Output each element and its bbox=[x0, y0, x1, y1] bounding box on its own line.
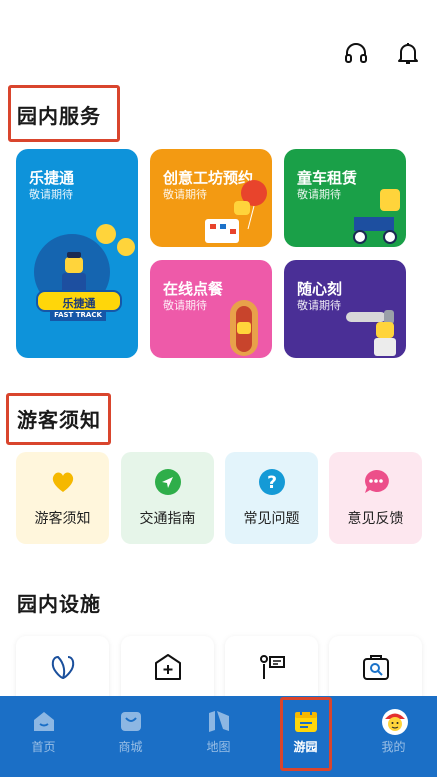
tab-label: 首页 bbox=[31, 740, 56, 754]
avatar-icon bbox=[381, 708, 408, 735]
tab-label: 商城 bbox=[118, 740, 143, 754]
creative-workshop-card[interactable]: 创意工坊预约 敬请期待 bbox=[150, 149, 272, 247]
navigation-icon bbox=[154, 468, 182, 496]
fast-track-badge-sub: FAST TRACK bbox=[50, 310, 106, 321]
hotdog-illustration bbox=[230, 300, 258, 356]
notice-item-feedback[interactable]: 意见反馈 bbox=[329, 452, 422, 544]
tab-map[interactable]: 地图 bbox=[175, 696, 262, 777]
stroller-illustration bbox=[353, 189, 400, 244]
notice-item-visitor-guide[interactable]: 游客须知 bbox=[16, 452, 109, 544]
headphones-icon[interactable] bbox=[343, 40, 369, 66]
top-action-bar bbox=[343, 40, 421, 66]
highlight-box bbox=[280, 697, 332, 771]
fast-track-card[interactable]: 乐捷通 敬请期待 乐捷通 FAST TRACK bbox=[16, 149, 138, 358]
notice-label: 交通指南 bbox=[139, 511, 196, 527]
first-aid-icon bbox=[153, 652, 183, 682]
tab-shop[interactable]: 商城 bbox=[87, 696, 174, 777]
notice-item-faq[interactable]: ? 常见问题 bbox=[225, 452, 318, 544]
workshop-illustration bbox=[205, 180, 267, 243]
notice-label: 游客须知 bbox=[34, 511, 91, 527]
tab-profile[interactable]: 我的 bbox=[350, 696, 437, 777]
tab-label: 地图 bbox=[206, 740, 231, 754]
question-icon: ? bbox=[258, 468, 286, 496]
bottom-tab-bar: 首页 商城 地图 游园 我的 bbox=[0, 696, 437, 777]
tab-label: 我的 bbox=[381, 740, 406, 754]
locker-search-icon bbox=[361, 652, 391, 682]
info-kiosk-icon bbox=[257, 652, 287, 682]
fast-track-illustration bbox=[34, 224, 135, 310]
ribbon-icon bbox=[48, 652, 78, 682]
facilities-title: 园内设施 bbox=[17, 592, 101, 616]
tab-home[interactable]: 首页 bbox=[0, 696, 87, 777]
notice-item-traffic-guide[interactable]: 交通指南 bbox=[121, 452, 214, 544]
engraving-card[interactable]: 随心刻 敬请期待 bbox=[284, 260, 406, 358]
stroller-rental-card[interactable]: 童车租赁 敬请期待 bbox=[284, 149, 406, 247]
notice-label: 常见问题 bbox=[243, 511, 300, 527]
park-services-title: 园内服务 bbox=[17, 104, 101, 128]
home-icon bbox=[31, 708, 57, 734]
fast-track-badge: 乐捷通 bbox=[36, 290, 122, 312]
visitor-notice-title: 游客须知 bbox=[17, 408, 101, 432]
shopping-bag-icon bbox=[118, 708, 144, 734]
painter-illustration bbox=[346, 310, 396, 356]
svg-text:?: ? bbox=[267, 473, 277, 493]
map-icon bbox=[206, 708, 232, 734]
online-ordering-card[interactable]: 在线点餐 敬请期待 bbox=[150, 260, 272, 358]
notice-label: 意见反馈 bbox=[347, 511, 404, 527]
heart-icon bbox=[49, 468, 77, 496]
chat-icon bbox=[362, 468, 390, 496]
fast-track-badge-label: 乐捷通 bbox=[62, 297, 96, 310]
bell-icon[interactable] bbox=[395, 40, 421, 66]
